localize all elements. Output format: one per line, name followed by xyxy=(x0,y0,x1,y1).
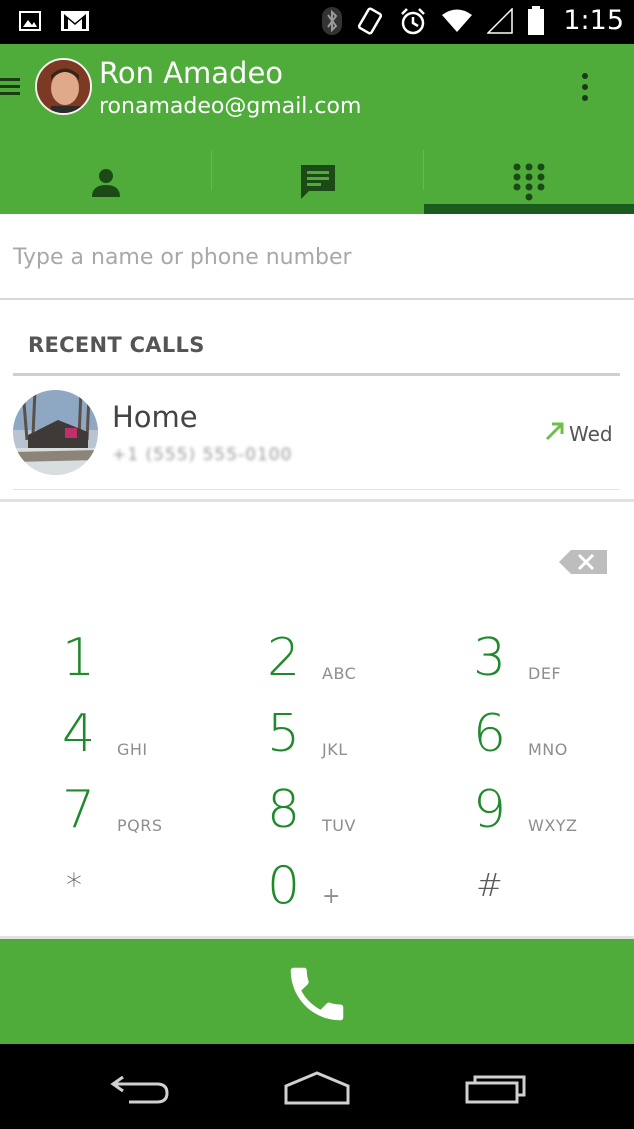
dialpad-letters: MNO xyxy=(528,740,568,759)
dialpad-digit: 9 xyxy=(473,780,507,840)
bluetooth-icon xyxy=(322,6,343,35)
dialpad-digit: 8 xyxy=(267,780,301,840)
call-date: Wed xyxy=(569,422,613,446)
dialpad-key-pound[interactable]: # xyxy=(476,858,634,934)
battery-icon xyxy=(528,5,545,35)
gmail-notification-icon xyxy=(61,11,89,31)
dialpad-digit: 1 xyxy=(62,628,96,688)
dialpad-letters: DEF xyxy=(528,664,562,683)
dialpad-digit: 5 xyxy=(267,704,301,764)
messages-icon xyxy=(301,165,335,199)
dialpad-digit: 7 xyxy=(62,780,96,840)
active-tab-indicator xyxy=(424,204,634,214)
alarm-icon xyxy=(401,7,426,34)
dialpad-key-1[interactable]: 1 xyxy=(62,628,242,704)
dialpad-letters: PQRS xyxy=(117,816,163,835)
dialpad-digit: # xyxy=(476,866,503,904)
dialpad-key-star[interactable]: * xyxy=(66,858,246,934)
system-nav-bar xyxy=(0,1044,634,1129)
navigation-drawer-icon[interactable] xyxy=(0,76,22,98)
dialpad-divider xyxy=(0,499,634,502)
search-input[interactable] xyxy=(13,236,613,278)
dialpad-key-9[interactable]: 9 WXYZ xyxy=(473,780,634,856)
back-button[interactable] xyxy=(100,1066,180,1110)
dialpad-digit: 3 xyxy=(473,628,507,688)
dialpad-letters: ABC xyxy=(322,664,357,683)
outgoing-call-icon xyxy=(545,422,564,441)
back-icon xyxy=(110,1075,169,1104)
contact-photo xyxy=(13,390,98,475)
dialpad-key-8[interactable]: 8 TUV xyxy=(267,780,447,856)
dialpad-key-7[interactable]: 7 PQRS xyxy=(62,780,242,856)
dialpad-letters: WXYZ xyxy=(528,816,578,835)
dialpad-key-3[interactable]: 3 DEF xyxy=(473,628,634,704)
recent-call-row[interactable]: Home +1 (555) 555-0100 Wed xyxy=(0,378,634,488)
dialpad-digit: 0 xyxy=(267,856,301,916)
dialpad-letters: TUV xyxy=(322,816,356,835)
dialpad-key-0[interactable]: 0 + xyxy=(267,856,447,932)
signal-icon xyxy=(487,7,514,34)
home-button[interactable] xyxy=(277,1066,357,1110)
search-box xyxy=(0,214,634,300)
dialpad-icon xyxy=(513,163,545,201)
tab-messages[interactable] xyxy=(212,150,424,214)
backspace-icon[interactable] xyxy=(559,550,607,574)
vibrate-icon xyxy=(358,6,383,35)
dialpad-digit: 6 xyxy=(473,704,507,764)
overflow-menu-icon[interactable] xyxy=(577,70,593,104)
tab-contacts[interactable] xyxy=(0,150,211,214)
dialpad-letters: JKL xyxy=(322,740,348,759)
account-avatar[interactable] xyxy=(35,58,92,115)
dial-call-button[interactable] xyxy=(270,949,364,1039)
wifi-icon xyxy=(442,9,473,32)
account-email: ronamadeo@gmail.com xyxy=(99,94,362,119)
gallery-notification-icon xyxy=(19,11,41,31)
status-time: 1:15 xyxy=(563,5,624,36)
status-bar: 1:15 xyxy=(0,0,634,44)
contact-number: +1 (555) 555-0100 xyxy=(112,445,293,465)
section-divider xyxy=(13,373,620,376)
contacts-icon xyxy=(91,169,120,197)
dialpad-key-2[interactable]: 2 ABC xyxy=(267,628,447,704)
contact-name: Home xyxy=(112,400,198,434)
recents-button[interactable] xyxy=(456,1066,536,1110)
dialpad-key-5[interactable]: 5 JKL xyxy=(267,704,447,780)
phone-icon xyxy=(290,967,344,1021)
dialpad-digit: * xyxy=(66,866,82,904)
call-bar xyxy=(0,936,634,1044)
dialpad-letters: GHI xyxy=(117,740,148,759)
row-divider xyxy=(13,489,620,490)
dialpad-key-6[interactable]: 6 MNO xyxy=(473,704,634,780)
home-icon xyxy=(284,1071,350,1105)
recent-calls-header: RECENT CALLS xyxy=(28,333,205,357)
account-name: Ron Amadeo xyxy=(99,56,284,90)
dialpad-digit: 4 xyxy=(62,704,96,764)
dialpad-letters: + xyxy=(322,884,341,909)
dialpad-key-4[interactable]: 4 GHI xyxy=(62,704,242,780)
recents-icon xyxy=(465,1075,526,1104)
dialpad-digit: 2 xyxy=(267,628,301,688)
